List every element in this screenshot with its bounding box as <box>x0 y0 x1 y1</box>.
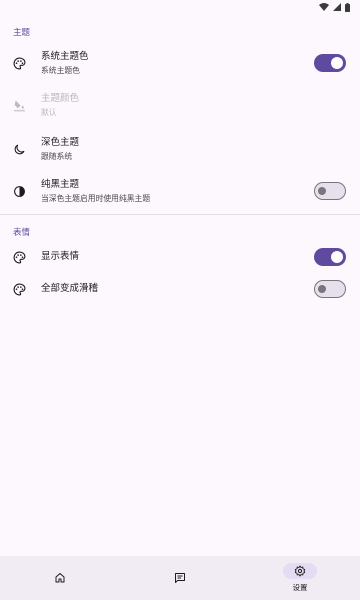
show-emoji-switch[interactable] <box>314 248 346 266</box>
pure-black-switch[interactable] <box>314 182 346 200</box>
setting-title: 主题颜色 <box>41 93 80 104</box>
nav-pill <box>43 570 77 586</box>
setting-title: 系统主题色 <box>41 51 89 62</box>
section-divider <box>0 214 360 215</box>
setting-pure-black[interactable]: 纯黑主题 当深色主题启用时使用纯黑主题 <box>0 175 360 207</box>
section-header-theme: 主题 <box>13 28 31 38</box>
setting-title: 显示表情 <box>41 251 80 262</box>
setting-subtitle: 系统主题色 <box>41 66 80 75</box>
switch-knob <box>331 251 343 263</box>
switch-knob <box>318 284 326 293</box>
moon-icon <box>12 142 26 156</box>
message-icon <box>175 573 185 583</box>
nav-item-home[interactable] <box>0 556 120 600</box>
nav-label-settings: 设置 <box>292 583 308 592</box>
nav-pill <box>163 570 197 586</box>
gear-icon <box>294 565 306 577</box>
system-color-switch[interactable] <box>314 54 346 72</box>
wifi-icon <box>319 3 329 11</box>
paint-bucket-icon <box>12 98 26 112</box>
all-funny-switch[interactable] <box>314 280 346 298</box>
nav-item-messages[interactable] <box>120 556 240 600</box>
status-bar <box>0 0 360 14</box>
bottom-nav: 设置 <box>0 556 360 600</box>
palette-icon <box>12 282 26 296</box>
nav-item-settings[interactable]: 设置 <box>240 556 360 600</box>
section-header-emoji: 表情 <box>13 228 31 238</box>
home-icon <box>55 573 65 583</box>
contrast-icon <box>12 184 26 198</box>
setting-title: 全部变成滑稽 <box>41 283 99 294</box>
setting-subtitle: 跟随系统 <box>41 152 73 161</box>
signal-icon <box>333 3 341 11</box>
battery-icon <box>345 2 350 12</box>
nav-pill <box>283 563 317 579</box>
palette-icon <box>12 56 26 70</box>
switch-knob <box>318 186 326 195</box>
setting-all-funny[interactable]: 全部变成滑稽 <box>0 276 360 302</box>
palette-icon <box>12 250 26 264</box>
settings-screen: 主题 系统主题色 系统主题色 主题颜色 默认 深色主题 跟随系统 纯黑主题 当深… <box>0 0 360 600</box>
setting-system-color[interactable]: 系统主题色 系统主题色 <box>0 47 360 79</box>
setting-theme-color: 主题颜色 默认 <box>0 89 360 121</box>
setting-subtitle: 当深色主题启用时使用纯黑主题 <box>41 194 151 203</box>
setting-dark-theme[interactable]: 深色主题 跟随系统 <box>0 133 360 165</box>
setting-show-emoji[interactable]: 显示表情 <box>0 244 360 270</box>
setting-title: 深色主题 <box>41 137 80 148</box>
switch-knob <box>331 57 343 69</box>
setting-title: 纯黑主题 <box>41 179 80 190</box>
setting-subtitle: 默认 <box>41 108 57 117</box>
